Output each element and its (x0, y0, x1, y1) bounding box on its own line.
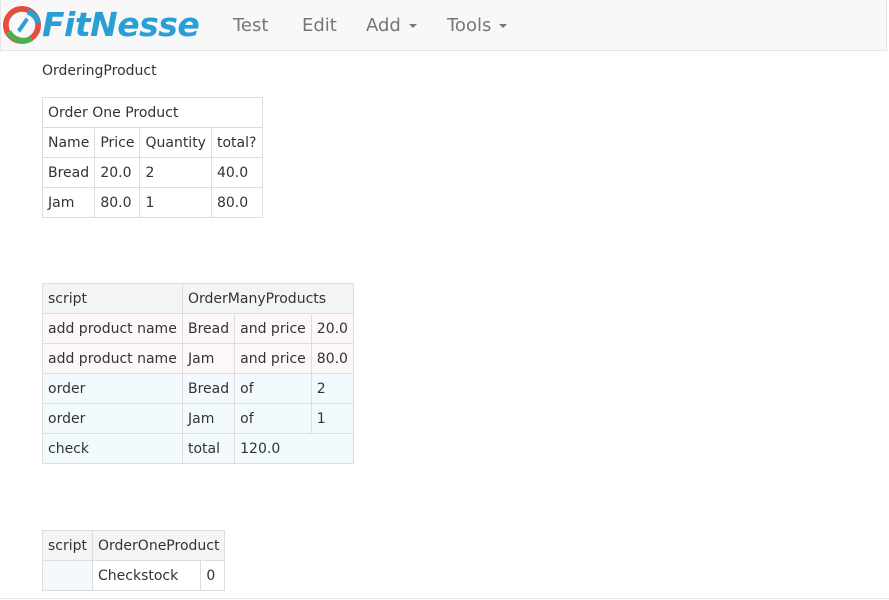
column-header: Quantity (139, 127, 212, 158)
table-cell: and price (234, 343, 312, 374)
table-cell: 20.0 (94, 157, 141, 188)
divider (0, 598, 889, 599)
order-many-products-script-table: script OrderManyProducts add product nam… (42, 283, 354, 464)
order-one-product-table: Order One Product Name Price Quantity to… (41, 97, 263, 218)
table-cell: order (42, 373, 183, 404)
script-keyword-cell: script (42, 283, 183, 314)
table-header-row: script OrderOneProduct (41, 530, 226, 561)
script-keyword-cell: script (41, 530, 94, 561)
table-cell: 80.0 (94, 187, 141, 218)
table-cell: Bread (181, 313, 236, 344)
table-cell: Jam (181, 403, 236, 434)
table-cell: 1 (139, 187, 212, 218)
table-cell: 20.0 (310, 313, 354, 344)
nav-add-dropdown[interactable]: Add (366, 15, 417, 37)
table-cell: Jam (41, 187, 96, 218)
table-row: order Jam of 1 (42, 403, 354, 434)
table-cell: 2 (139, 157, 212, 188)
nav-test-label: Test (233, 15, 269, 36)
table-header-row: Name Price Quantity total? (41, 127, 263, 158)
table-cell: and price (234, 313, 312, 344)
table-cell: order (42, 403, 183, 434)
column-header: Name (41, 127, 96, 158)
table-cell: Bread (181, 373, 236, 404)
chevron-down-icon (499, 24, 508, 28)
fitnesse-logo-icon (3, 6, 41, 44)
nav-tools-dropdown[interactable]: Tools (447, 15, 508, 37)
table-row: Bread 20.0 2 40.0 (41, 157, 263, 188)
nav-edit[interactable]: Edit (302, 15, 337, 37)
table-cell: of (234, 373, 312, 404)
table-cell: add product name (42, 313, 183, 344)
table-cell: total (181, 433, 236, 464)
table-row: add product name Bread and price 20.0 (42, 313, 354, 344)
table-cell: 1 (310, 403, 354, 434)
table-header-row: script OrderManyProducts (42, 283, 354, 314)
nav-edit-label: Edit (302, 15, 337, 36)
table-cell: add product name (42, 343, 183, 374)
fixture-name-cell: OrderOneProduct (92, 530, 226, 561)
table-cell: Bread (41, 157, 96, 188)
page-title: OrderingProduct (42, 63, 157, 79)
table-row: check total 120.0 (42, 433, 354, 464)
table-cell: Jam (181, 343, 236, 374)
table-row: Checkstock 0 (41, 560, 226, 591)
table-cell: 80.0 (310, 343, 354, 374)
table-cell: 2 (310, 373, 354, 404)
nav-add-label: Add (366, 15, 401, 36)
fixture-name-cell: OrderManyProducts (182, 283, 354, 314)
brand-name: FitNesse (42, 5, 200, 44)
brand-link[interactable]: FitNesse (3, 5, 200, 45)
table-cell: check (42, 433, 183, 464)
nav-test[interactable]: Test (233, 15, 268, 37)
column-header: total? (210, 127, 263, 158)
nav-tools-label: Tools (447, 15, 492, 36)
column-header: Price (94, 127, 141, 158)
order-one-product-script-table: script OrderOneProduct Checkstock 0 (41, 530, 226, 591)
chevron-down-icon (408, 24, 417, 28)
navbar: FitNesse Test Edit Add Tools (0, 0, 887, 51)
table-cell: Checkstock (92, 560, 202, 591)
table-cell: 120.0 (234, 433, 354, 464)
table-title: Order One Product (42, 97, 263, 128)
table-cell (41, 560, 94, 591)
table-row: Jam 80.0 1 80.0 (41, 187, 263, 218)
table-cell: of (234, 403, 312, 434)
table-row: add product name Jam and price 80.0 (42, 343, 354, 374)
table-cell: 80.0 (210, 187, 263, 218)
table-cell: 40.0 (210, 157, 263, 188)
table-cell: 0 (200, 560, 226, 591)
table-row: order Bread of 2 (42, 373, 354, 404)
